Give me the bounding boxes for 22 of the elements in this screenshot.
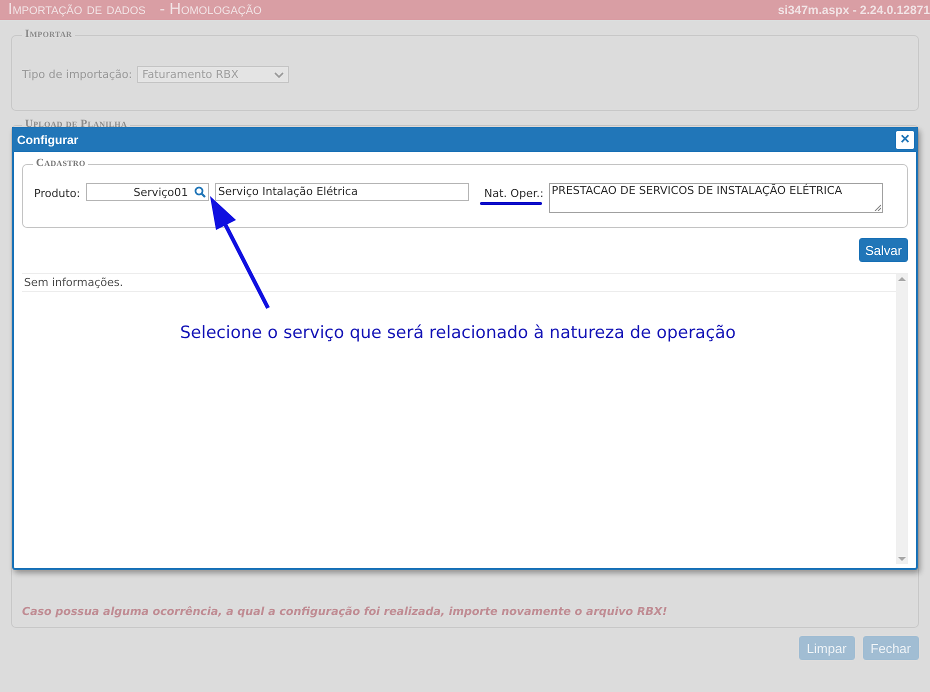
product-code-field[interactable]: Serviço01 xyxy=(86,183,210,201)
close-button[interactable]: × xyxy=(896,130,914,148)
warning-note: Caso possua alguma ocorrência, a qual a configuração foi realizada, importe novamente o arquivo RBX! xyxy=(21,605,668,620)
empty-message: Sem informações. xyxy=(22,274,896,292)
annotation-underline xyxy=(480,202,542,205)
resize-grip-icon[interactable] xyxy=(874,204,881,211)
annotation-text: Selecione o serviço que será relacionado à natureza de operação xyxy=(180,323,736,343)
page-subtitle: - Homologação xyxy=(160,1,262,19)
page-title: Importação de dados xyxy=(8,1,146,19)
scroll-down-icon[interactable] xyxy=(898,557,906,561)
product-name-field[interactable]: Serviço Intalação Elétrica xyxy=(215,183,470,201)
scrollbar[interactable] xyxy=(896,274,908,564)
version-text: si347m.aspx - 2.24.0.12871 xyxy=(778,3,930,17)
save-button[interactable]: Salvar xyxy=(859,238,908,262)
search-icon[interactable] xyxy=(194,186,206,198)
field-label: Tipo de importação: xyxy=(22,68,132,81)
dialog-title: Configurar xyxy=(17,132,78,146)
field-label: Nat. Oper.: xyxy=(484,187,544,200)
caret-icon xyxy=(274,72,284,78)
field-label: Produto: xyxy=(34,187,80,200)
nature-textarea[interactable]: PRESTACAO DE SERVICOS DE INSTALAÇÃO ELÉTRICA xyxy=(548,183,883,213)
scroll-up-icon[interactable] xyxy=(898,277,906,281)
